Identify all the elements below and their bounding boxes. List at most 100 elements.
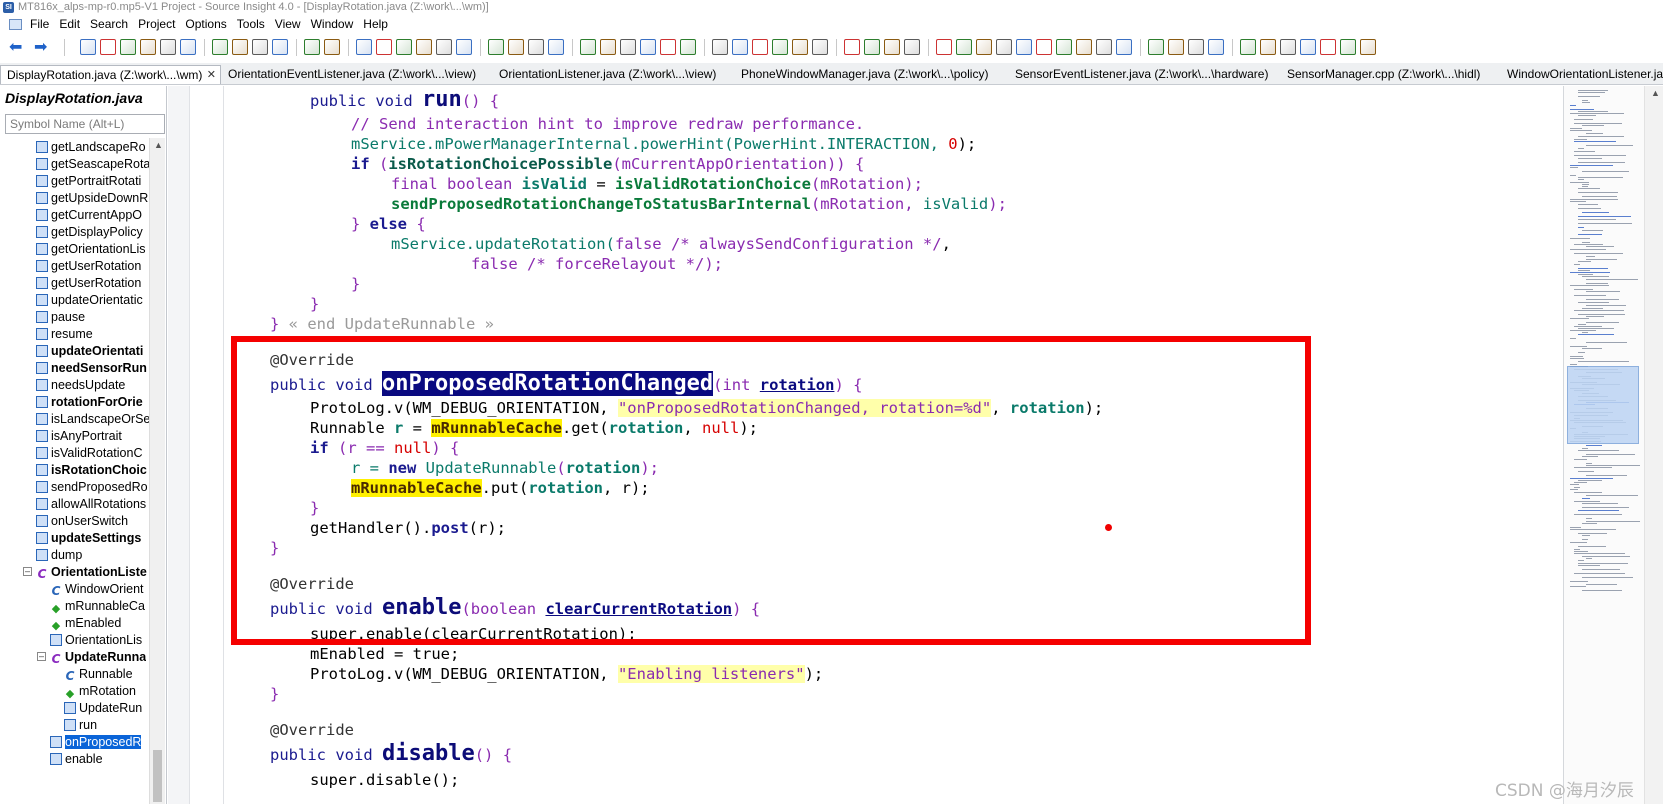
scroll-up-icon[interactable]: ▲ [154, 140, 163, 150]
toolbar-button-icon[interactable] [1300, 39, 1316, 55]
toolbar-button-icon[interactable] [600, 39, 616, 55]
toolbar-button-icon[interactable] [416, 39, 432, 55]
symbol-item[interactable]: getLandscapeRo [36, 138, 146, 156]
toolbar-button-icon[interactable] [996, 39, 1012, 55]
toolbar-button-icon[interactable] [1016, 39, 1032, 55]
toolbar-button-icon[interactable] [792, 39, 808, 55]
symbol-item[interactable]: updateOrientatic [36, 291, 143, 309]
tab-phonewindowmanager[interactable]: PhoneWindowManager.java (Z:\work\...\pol… [735, 65, 997, 84]
toolbar-button-icon[interactable] [1320, 39, 1336, 55]
menu-view[interactable]: View [271, 15, 307, 34]
symbol-item[interactable]: getUpsideDownR [36, 189, 148, 207]
toolbar-button-icon[interactable] [1148, 39, 1164, 55]
menu-search[interactable]: Search [86, 15, 134, 34]
scroll-up-icon[interactable]: ▲ [1651, 88, 1660, 98]
symbol-item[interactable]: isRotationChoic [36, 461, 147, 479]
tab-windoworientationlistener[interactable]: WindowOrientationListener.ja [1501, 65, 1663, 84]
tab-sensormanager[interactable]: SensorManager.cpp (Z:\work\...\hidl) [1281, 65, 1501, 84]
toolbar-button-icon[interactable] [1260, 39, 1276, 55]
close-icon[interactable]: ✕ [207, 66, 216, 84]
toolbar-button-icon[interactable] [1036, 39, 1052, 55]
code-editor[interactable]: public void run() { // Send interaction … [191, 86, 1563, 804]
toolbar-button-icon[interactable] [272, 39, 288, 55]
toolbar-button-icon[interactable] [904, 39, 920, 55]
symbol-item[interactable]: allowAllRotations [36, 495, 146, 513]
toolbar-button-icon[interactable] [180, 39, 196, 55]
collapse-icon[interactable]: – [37, 652, 46, 661]
back-arrow-icon[interactable]: ⬅ [9, 37, 22, 57]
symbol-item[interactable]: needSensorRun [36, 359, 147, 377]
tab-orientationeventlistener[interactable]: OrientationEventListener.java (Z:\work\.… [222, 65, 485, 84]
symbol-item[interactable]: isValidRotationC [36, 444, 142, 462]
toolbar-button-icon[interactable] [1208, 39, 1224, 55]
toolbar-button-icon[interactable] [640, 39, 656, 55]
toolbar-button-icon[interactable] [620, 39, 636, 55]
symbol-item[interactable]: onProposedR [50, 733, 142, 751]
menu-file[interactable]: File [26, 15, 55, 34]
menu-edit[interactable]: Edit [55, 15, 86, 34]
toolbar-button-icon[interactable] [436, 39, 452, 55]
toolbar-button-icon[interactable] [304, 39, 320, 55]
symbol-item[interactable]: isAnyPortrait [36, 427, 122, 445]
toolbar-button-icon[interactable] [1116, 39, 1132, 55]
menu-project[interactable]: Project [134, 15, 181, 34]
overview-minimap[interactable]: ▲ [1563, 86, 1663, 804]
toolbar-button-icon[interactable] [120, 39, 136, 55]
toolbar-button-icon[interactable] [1240, 39, 1256, 55]
toolbar-button-icon[interactable] [1360, 39, 1376, 55]
symbol-item[interactable]: C OrientationListe [36, 563, 147, 581]
toolbar-button-icon[interactable] [160, 39, 176, 55]
toolbar-button-icon[interactable] [508, 39, 524, 55]
toolbar-button-icon[interactable] [1188, 39, 1204, 55]
tab-orientationlistener[interactable]: OrientationListener.java (Z:\work\...\vi… [493, 65, 733, 84]
toolbar-button-icon[interactable] [844, 39, 860, 55]
toolbar-button-icon[interactable] [1340, 39, 1356, 55]
symbol-item[interactable]: updateSettings [36, 529, 141, 547]
toolbar-button-icon[interactable] [376, 39, 392, 55]
menu-window[interactable]: Window [307, 15, 360, 34]
toolbar-button-icon[interactable] [1076, 39, 1092, 55]
tab-displayrotation[interactable]: DisplayRotation.java (Z:\work\...\wm) ✕ [0, 65, 221, 84]
symbol-item[interactable]: C UpdateRunna [50, 648, 147, 666]
menu-tools[interactable]: Tools [233, 15, 271, 34]
symbol-search-input[interactable]: Symbol Name (Alt+L) [5, 114, 165, 134]
toolbar-button-icon[interactable] [1168, 39, 1184, 55]
symbol-item[interactable]: onUserSwitch [36, 512, 128, 530]
menu-options[interactable]: Options [181, 15, 232, 34]
toolbar-button-icon[interactable] [1280, 39, 1296, 55]
scroll-thumb[interactable] [153, 750, 162, 802]
toolbar-button-icon[interactable] [548, 39, 564, 55]
symbol-item[interactable]: getUserRotation [36, 257, 141, 275]
symbol-item[interactable]: UpdateRun [64, 699, 142, 717]
symbol-item[interactable]: updateOrientati [36, 342, 143, 360]
toolbar-button-icon[interactable] [772, 39, 788, 55]
forward-arrow-icon[interactable]: ➡ [34, 37, 47, 57]
toolbar-button-icon[interactable] [456, 39, 472, 55]
toolbar-button-icon[interactable] [680, 39, 696, 55]
toolbar-button-icon[interactable] [936, 39, 952, 55]
collapse-icon[interactable]: – [23, 567, 32, 576]
toolbar-button-icon[interactable] [140, 39, 156, 55]
symbol-item[interactable]: dump [36, 546, 82, 564]
symbol-item[interactable]: ◆ mRunnableCa [50, 597, 145, 615]
symbol-item[interactable]: pause [36, 308, 85, 326]
symbol-item[interactable]: sendProposedRo [36, 478, 148, 496]
toolbar-button-icon[interactable] [660, 39, 676, 55]
symbol-item[interactable]: ◆ mRotation [64, 682, 136, 700]
symbol-item[interactable]: rotationForOrie [36, 393, 143, 411]
symbol-scrollbar[interactable]: ▲ [149, 138, 165, 804]
toolbar-button-icon[interactable] [712, 39, 728, 55]
toolbar-button-icon[interactable] [580, 39, 596, 55]
toolbar-button-icon[interactable] [488, 39, 504, 55]
toolbar-button-icon[interactable] [864, 39, 880, 55]
symbol-item[interactable]: getCurrentAppO [36, 206, 142, 224]
toolbar-button-icon[interactable] [956, 39, 972, 55]
symbol-item[interactable]: C Runnable [64, 665, 133, 683]
toolbar-button-icon[interactable] [100, 39, 116, 55]
toolbar-button-icon[interactable] [884, 39, 900, 55]
toolbar-button-icon[interactable] [976, 39, 992, 55]
symbol-item[interactable]: run [64, 716, 97, 734]
symbol-item[interactable]: C WindowOrient [50, 580, 144, 598]
symbol-item[interactable]: needsUpdate [36, 376, 125, 394]
toolbar-button-icon[interactable] [212, 39, 228, 55]
